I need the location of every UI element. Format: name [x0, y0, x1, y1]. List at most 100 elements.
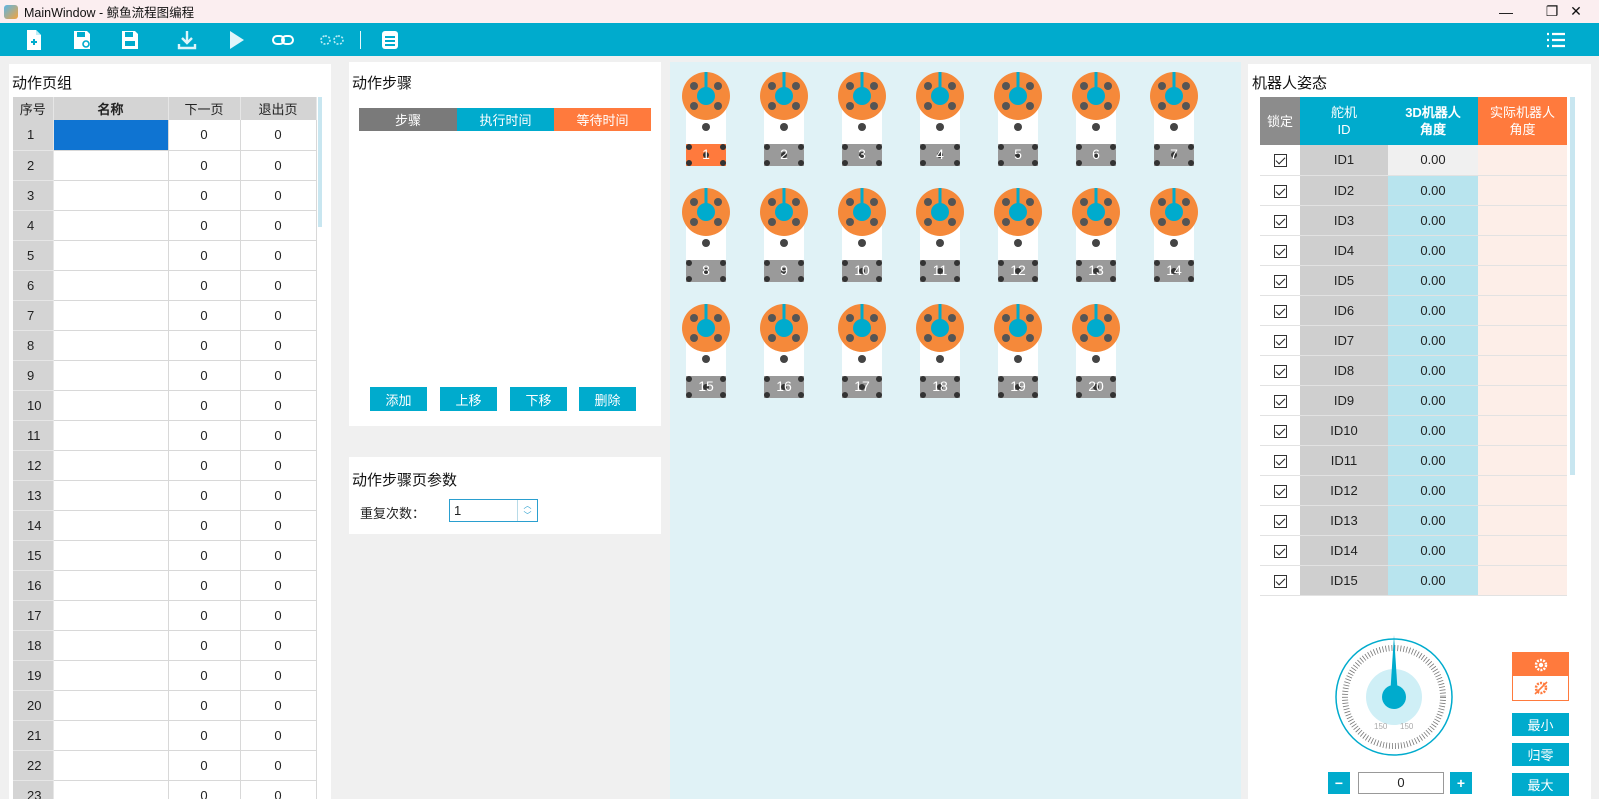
next-page-cell[interactable]: 0 [168, 420, 241, 451]
name-cell[interactable] [53, 660, 169, 691]
next-page-cell[interactable]: 0 [168, 540, 241, 571]
next-page-cell[interactable]: 0 [168, 450, 241, 481]
lock-cell[interactable] [1260, 505, 1300, 536]
col-step[interactable]: 步骤 [359, 108, 457, 131]
next-page-cell[interactable]: 0 [168, 300, 241, 331]
row-index-cell[interactable]: 2 [13, 150, 54, 181]
lock-cell[interactable] [1260, 475, 1300, 506]
exit-page-cell[interactable]: 0 [240, 780, 317, 799]
table-row[interactable]: 1 00 [13, 120, 317, 151]
table-row[interactable]: 12 0 0 [13, 450, 317, 481]
lock-cell[interactable] [1260, 565, 1300, 596]
next-page-cell[interactable]: 0 [168, 660, 241, 691]
menu-icon[interactable] [1542, 26, 1570, 54]
angle-real-cell[interactable] [1478, 445, 1567, 476]
servo-14[interactable]: 14 [1148, 186, 1200, 284]
exit-page-cell[interactable]: 0 [240, 660, 317, 691]
lock-cell[interactable] [1260, 175, 1300, 206]
exit-page-cell[interactable]: 0 [240, 540, 317, 571]
lock-checkbox[interactable] [1273, 244, 1287, 258]
row-index-cell[interactable]: 5 [13, 240, 54, 271]
torque-on-button[interactable] [1513, 653, 1568, 676]
lock-checkbox[interactable] [1273, 184, 1287, 198]
servo-12[interactable]: 12 [992, 186, 1044, 284]
col-exec-time[interactable]: 执行时间 [457, 108, 554, 131]
exit-page-cell[interactable]: 0 [240, 360, 317, 391]
pose-row[interactable]: ID8 0.00 [1260, 355, 1567, 386]
servo-4[interactable]: 4 [914, 70, 966, 168]
table-row[interactable]: 11 0 0 [13, 420, 317, 451]
exit-page-cell[interactable]: 0 [240, 300, 317, 331]
table-row[interactable]: 16 0 0 [13, 570, 317, 601]
exit-page-cell[interactable]: 0 [240, 510, 317, 541]
angle-3d-cell[interactable]: 0.00 [1388, 505, 1478, 536]
next-page-cell[interactable]: 0 [168, 750, 241, 781]
next-page-cell[interactable]: 0 [168, 360, 241, 391]
min-button[interactable]: 最小 [1512, 713, 1569, 736]
table-row[interactable]: 9 00 [13, 360, 317, 391]
col-name[interactable]: 名称 [53, 97, 169, 120]
lock-cell[interactable] [1260, 265, 1300, 296]
angle-3d-cell[interactable]: 0.00 [1388, 385, 1478, 416]
row-index-cell[interactable]: 11 [13, 420, 54, 451]
repeat-value[interactable]: 1 [450, 500, 517, 521]
table-row[interactable]: 7 00 [13, 300, 317, 331]
pose-row[interactable]: ID4 0.00 [1260, 235, 1567, 266]
row-index-cell[interactable]: 9 [13, 360, 54, 391]
pose-row[interactable]: ID12 0.00 [1260, 475, 1567, 506]
exit-page-cell[interactable]: 0 [240, 690, 317, 721]
exit-page-cell[interactable]: 0 [240, 630, 317, 661]
name-cell[interactable] [53, 600, 169, 631]
exit-page-cell[interactable]: 0 [240, 600, 317, 631]
pose-row[interactable]: ID6 0.00 [1260, 295, 1567, 326]
lock-checkbox[interactable] [1273, 394, 1287, 408]
repeat-spinbox[interactable]: 1 ︿ ﹀ [449, 499, 538, 522]
servo-13[interactable]: 13 [1070, 186, 1122, 284]
name-cell[interactable] [53, 360, 169, 391]
download-icon[interactable] [173, 26, 201, 54]
delete-step-button[interactable]: 删除 [579, 387, 636, 411]
row-index-cell[interactable]: 23 [13, 780, 54, 799]
next-page-cell[interactable]: 0 [168, 780, 241, 799]
col-exit-page[interactable]: 退出页 [240, 97, 317, 120]
servo-8[interactable]: 8 [680, 186, 732, 284]
angle-real-cell[interactable] [1478, 355, 1567, 386]
row-index-cell[interactable]: 16 [13, 570, 54, 601]
lock-checkbox[interactable] [1273, 274, 1287, 288]
row-index-cell[interactable]: 13 [13, 480, 54, 511]
row-index-cell[interactable]: 18 [13, 630, 54, 661]
angle-real-cell[interactable] [1478, 265, 1567, 296]
row-index-cell[interactable]: 3 [13, 180, 54, 211]
move-down-button[interactable]: 下移 [510, 387, 567, 411]
name-cell[interactable] [53, 630, 169, 661]
angle-3d-cell[interactable]: 0.00 [1388, 535, 1478, 566]
angle-3d-cell[interactable]: 0.00 [1388, 355, 1478, 386]
servo-17[interactable]: 17 [836, 302, 888, 400]
col-real-angle[interactable]: 实际机器人 角度 [1478, 97, 1567, 145]
angle-3d-cell[interactable]: 0.00 [1388, 145, 1478, 176]
lock-checkbox[interactable] [1273, 544, 1287, 558]
pose-row[interactable]: ID3 0.00 [1260, 205, 1567, 236]
exit-page-cell[interactable]: 0 [240, 480, 317, 511]
table-row[interactable]: 10 0 0 [13, 390, 317, 421]
name-cell[interactable] [53, 780, 169, 799]
servo-10[interactable]: 10 [836, 186, 888, 284]
pose-table-scrollbar[interactable] [1570, 97, 1575, 475]
row-index-cell[interactable]: 10 [13, 390, 54, 421]
lock-cell[interactable] [1260, 325, 1300, 356]
table-row[interactable]: 6 00 [13, 270, 317, 301]
angle-3d-cell[interactable]: 0.00 [1388, 415, 1478, 446]
name-cell[interactable] [53, 750, 169, 781]
name-cell[interactable] [53, 270, 169, 301]
max-button[interactable]: 最大 [1512, 773, 1569, 796]
next-page-cell[interactable]: 0 [168, 690, 241, 721]
servo-3[interactable]: 3 [836, 70, 888, 168]
table-row[interactable]: 17 0 0 [13, 600, 317, 631]
pose-row[interactable]: ID10 0.00 [1260, 415, 1567, 446]
config-icon[interactable] [376, 26, 404, 54]
table-row[interactable]: 2 00 [13, 150, 317, 181]
next-page-cell[interactable]: 0 [168, 270, 241, 301]
servo-20[interactable]: 20 [1070, 302, 1122, 400]
name-cell[interactable] [53, 690, 169, 721]
lock-checkbox[interactable] [1273, 334, 1287, 348]
